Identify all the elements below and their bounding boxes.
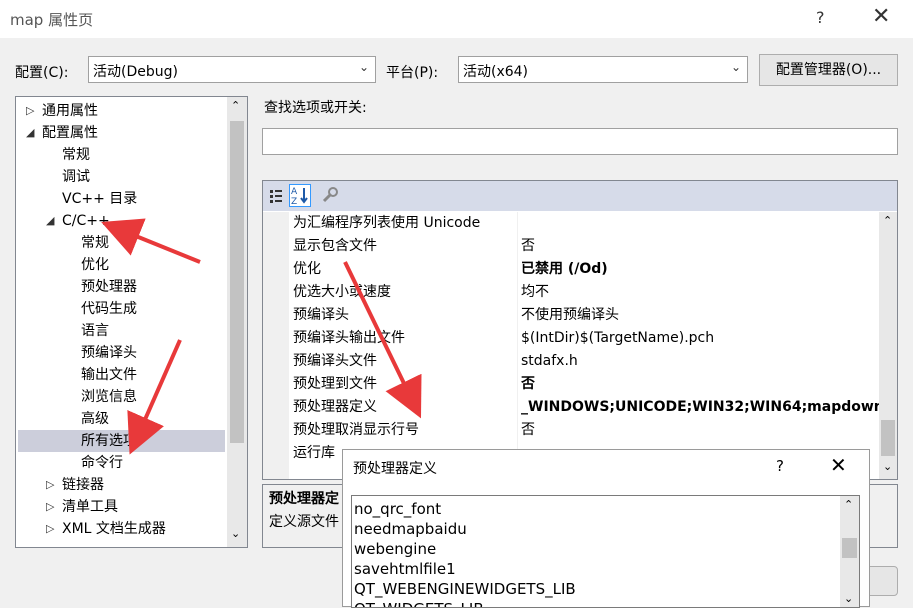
arrow-to-preprocessor-defs (343, 261, 422, 419)
annotation-arrows (101, 218, 422, 455)
arrow-to-cpp (101, 218, 201, 264)
arrow-to-all-options (127, 339, 182, 455)
